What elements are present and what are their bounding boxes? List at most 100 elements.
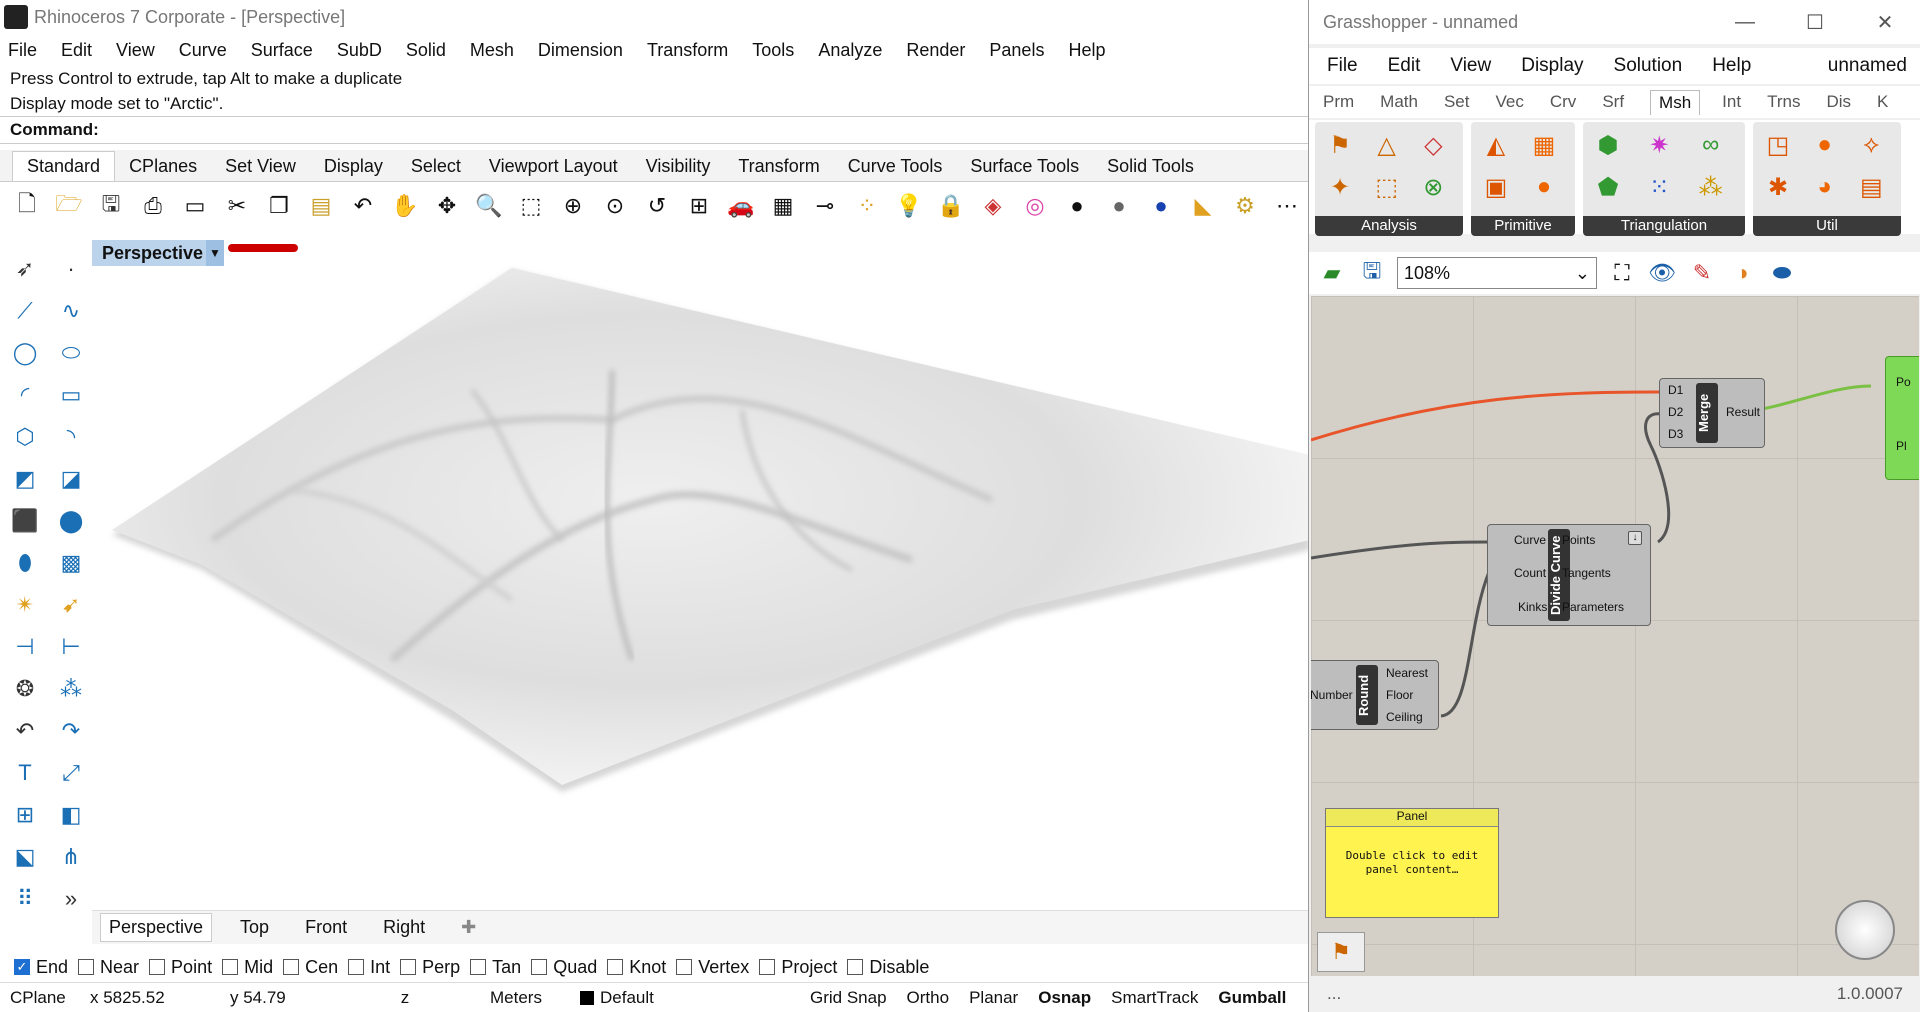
rotate-view-icon[interactable]: ✥: [432, 191, 462, 221]
scale-icon[interactable]: ⤢: [50, 754, 92, 792]
status-osnap[interactable]: Osnap: [1028, 988, 1101, 1008]
partial-input[interactable]: Po: [1896, 375, 1911, 389]
mesh-box-icon[interactable]: ▣: [1479, 170, 1513, 204]
mesh-smooth-icon[interactable]: ●: [1808, 128, 1842, 162]
mesh-explode-icon[interactable]: ⟡: [1854, 128, 1888, 162]
menu-panels[interactable]: Panels: [989, 40, 1044, 61]
mesh-closest-icon[interactable]: ⬚: [1370, 170, 1404, 204]
mirror-icon[interactable]: ◧: [50, 796, 92, 834]
osnap-mid[interactable]: Mid: [222, 957, 273, 978]
divide-input[interactable]: Count: [1514, 566, 1546, 580]
osnap-quad[interactable]: Quad: [531, 957, 597, 978]
menu-transform[interactable]: Transform: [647, 40, 728, 61]
page-setup-icon[interactable]: ▭: [180, 191, 210, 221]
menu-subd[interactable]: SubD: [337, 40, 382, 61]
curve-icon[interactable]: ∿: [50, 292, 92, 330]
preview-shaded-icon[interactable]: ◑: [1727, 258, 1757, 288]
osnap-end[interactable]: ✓ End: [14, 957, 68, 978]
points-icon[interactable]: ⁘: [852, 191, 882, 221]
hatch-icon[interactable]: ⋔: [50, 838, 92, 876]
preview-eye-icon[interactable]: 👁: [1647, 258, 1677, 288]
gh-bottom-tool-icon[interactable]: ⚑: [1317, 932, 1365, 972]
rendered-sphere-icon[interactable]: ●: [1104, 191, 1134, 221]
divide-output[interactable]: Parameters: [1562, 600, 1624, 614]
more-tools-icon[interactable]: ⋯: [1272, 191, 1302, 221]
gh-canvas[interactable]: D1 D2 D3 Merge Result Po Pl Curve Count …: [1311, 296, 1919, 976]
options-gear-icon[interactable]: ⚙: [1230, 191, 1260, 221]
gh-tab-trns[interactable]: Trns: [1767, 92, 1800, 112]
osnap-near[interactable]: Near: [78, 957, 139, 978]
preview-mesh-icon[interactable]: ⬬: [1767, 258, 1797, 288]
gh-tab-msh[interactable]: Msh: [1650, 89, 1701, 115]
divide-curve-component[interactable]: Curve Count Kinks Divide Curve Points Ta…: [1487, 524, 1651, 626]
menu-file[interactable]: File: [8, 40, 37, 61]
lock-icon[interactable]: 🔒: [936, 191, 966, 221]
perspective-viewport[interactable]: Perspective ▼: [92, 240, 1310, 910]
group-icon[interactable]: ⁂: [50, 670, 92, 708]
gh-menu-view[interactable]: View: [1450, 55, 1491, 77]
block-icon[interactable]: ⬕: [4, 838, 46, 876]
vp-tab-perspective[interactable]: Perspective: [100, 913, 213, 942]
color-wheel-icon[interactable]: ◎: [1020, 191, 1050, 221]
partial-component[interactable]: Po Pl: [1885, 356, 1919, 480]
checkbox[interactable]: [676, 959, 693, 975]
mesh-weld-icon[interactable]: ◕: [1808, 170, 1842, 204]
gh-tab-srf[interactable]: Srf: [1602, 92, 1624, 112]
tab-solid-tools[interactable]: Solid Tools: [1093, 152, 1208, 181]
tab-select[interactable]: Select: [397, 152, 475, 181]
mesh-split-icon[interactable]: ✱: [1761, 170, 1795, 204]
menu-tools[interactable]: Tools: [752, 40, 794, 61]
gh-save-icon[interactable]: 🖫: [1357, 258, 1387, 288]
fillet-icon[interactable]: ◝: [50, 418, 92, 456]
rectangle-icon[interactable]: ▭: [50, 376, 92, 414]
shaded-sphere-icon[interactable]: ●: [1062, 191, 1092, 221]
status-cplane[interactable]: CPlane: [0, 988, 80, 1008]
tab-cplanes[interactable]: CPlanes: [115, 152, 211, 181]
vp-tab-front[interactable]: Front: [297, 914, 355, 941]
save-icon[interactable]: 🖫: [96, 191, 126, 221]
gh-tab-math[interactable]: Math: [1380, 92, 1418, 112]
voronoi-icon[interactable]: ✷: [1642, 128, 1676, 162]
round-output[interactable]: Ceiling: [1386, 710, 1423, 724]
four-viewports-icon[interactable]: ⊞: [684, 191, 714, 221]
checkbox[interactable]: [607, 959, 624, 975]
osnap-vertex[interactable]: Vertex: [676, 957, 749, 978]
merge-input[interactable]: D1: [1668, 383, 1683, 397]
checkbox[interactable]: [348, 959, 365, 975]
convex-hull-icon[interactable]: ⬟: [1591, 170, 1625, 204]
divide-input[interactable]: Kinks: [1518, 600, 1547, 614]
mesh-eval-icon[interactable]: ⊗: [1416, 170, 1450, 204]
tab-display[interactable]: Display: [310, 152, 397, 181]
tab-transform[interactable]: Transform: [724, 152, 833, 181]
navigator-compass-icon[interactable]: [1835, 900, 1895, 960]
divide-output[interactable]: Points: [1562, 533, 1595, 547]
undo-view-icon[interactable]: ↺: [642, 191, 672, 221]
round-component[interactable]: Number Round Nearest Floor Ceiling: [1311, 660, 1439, 730]
select-icon[interactable]: ⊸: [810, 191, 840, 221]
print-icon[interactable]: ⎙: [138, 191, 168, 221]
tab-visibility[interactable]: Visibility: [632, 152, 725, 181]
split-icon[interactable]: ⊣: [4, 628, 46, 666]
polygon-icon[interactable]: ⬡: [4, 418, 46, 456]
dimension-icon[interactable]: ↶: [4, 712, 46, 750]
mesh-plane-icon[interactable]: ◭: [1479, 128, 1513, 162]
gh-tab-crv[interactable]: Crv: [1550, 92, 1576, 112]
checkbox[interactable]: [531, 959, 548, 975]
checkbox[interactable]: [149, 959, 166, 975]
zoom-select[interactable]: 108% ⌄: [1397, 257, 1597, 289]
status-smarttrack[interactable]: SmartTrack: [1101, 988, 1208, 1008]
osnap-int[interactable]: Int: [348, 957, 390, 978]
surface-icon[interactable]: ◩: [4, 460, 46, 498]
checkbox[interactable]: [759, 959, 776, 975]
checkbox[interactable]: [283, 959, 300, 975]
gh-tab-int[interactable]: Int: [1722, 92, 1741, 112]
checkbox[interactable]: ✓: [14, 959, 30, 975]
osnap-cen[interactable]: Cen: [283, 957, 338, 978]
light-bulb-icon[interactable]: 💡: [894, 191, 924, 221]
ellipse-icon[interactable]: ⬭: [50, 334, 92, 372]
text-icon[interactable]: T: [4, 754, 46, 792]
gh-menu-display[interactable]: Display: [1521, 55, 1583, 77]
vp-tab-right[interactable]: Right: [375, 914, 433, 941]
cut-icon[interactable]: ✂: [222, 191, 252, 221]
viewport-title[interactable]: Perspective: [92, 240, 214, 266]
